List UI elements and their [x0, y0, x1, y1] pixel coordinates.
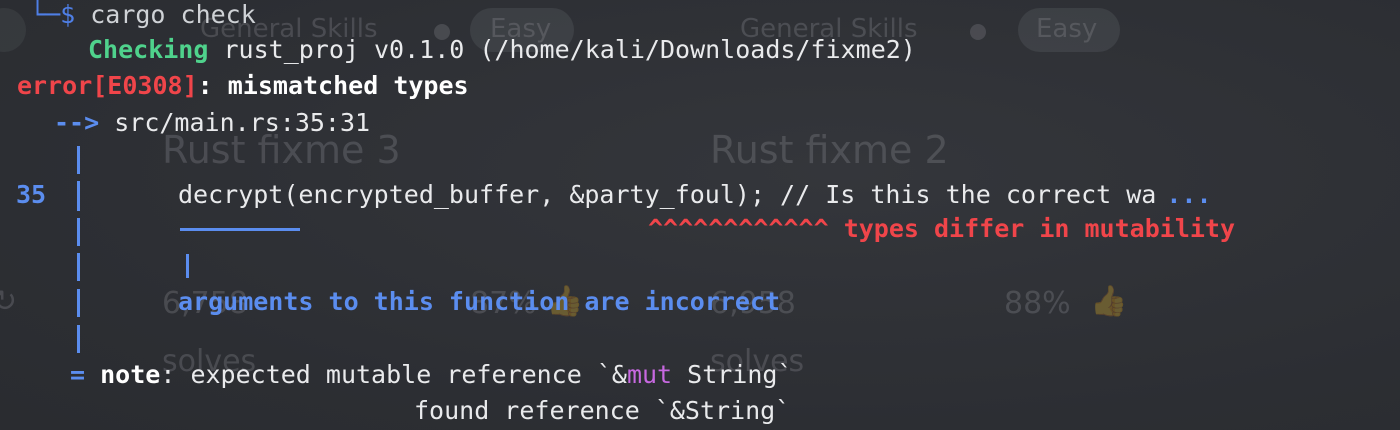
- gutter-bar-3: [77, 218, 80, 246]
- note-text-1: : expected mutable reference `&: [160, 360, 627, 389]
- note-line: = note: expected mutable reference `&mut…: [70, 358, 793, 392]
- gutter-bar-5: [77, 289, 80, 317]
- error-separator: :: [197, 71, 213, 100]
- note-found: found reference `&String`: [414, 396, 791, 425]
- gutter-bar-4: [77, 253, 80, 281]
- command-text: cargo check: [90, 0, 256, 29]
- location-text: src/main.rs:35:31: [114, 108, 371, 137]
- secondary-label: arguments to this function are incorrect: [178, 287, 781, 316]
- secondary-pipe: [186, 254, 189, 278]
- note-found-line: found reference `&String`: [414, 394, 790, 428]
- ghost-avatar-top: [0, 8, 26, 52]
- ghost-thumbs-up-icon-right: 👍: [1090, 284, 1128, 319]
- note-text-2: String`: [672, 360, 793, 389]
- checking-line: Checking rust_proj v0.1.0 (/home/kali/Do…: [88, 33, 916, 67]
- gutter-bar-2: [77, 181, 80, 211]
- secondary-label-line: arguments to this function are incorrect: [178, 285, 780, 319]
- error-line: error[E0308]: mismatched types: [17, 69, 469, 103]
- ghost-refresh-icon: ↻: [0, 284, 18, 319]
- caret-label: types differ in mutability: [843, 214, 1236, 243]
- terminal-window[interactable]: General Skills Easy General Skills Easy …: [0, 0, 1400, 430]
- error-code: error[E0308]: [17, 71, 198, 100]
- code-ellipsis: ...: [1166, 180, 1212, 209]
- caret-markers: ^^^^^^^^^^^^: [648, 214, 829, 243]
- checking-target: rust_proj v0.1.0 (/home/kali/Downloads/f…: [223, 35, 916, 64]
- gutter-bar-6: [77, 325, 80, 353]
- error-message: mismatched types: [227, 71, 469, 100]
- ghost-difficulty-right: Easy: [1036, 14, 1098, 44]
- note-equals: =: [70, 360, 86, 389]
- ghost-title-right: Rust fixme 2: [710, 128, 949, 172]
- prompt-line: └─$ cargo check: [30, 0, 256, 32]
- function-underline: [180, 228, 300, 231]
- checking-label: Checking: [88, 35, 209, 64]
- ghost-dot-right: [970, 24, 986, 40]
- caret-line: ^^^^^^^^^^^^ types differ in mutability: [648, 212, 1235, 246]
- note-mut: mut: [626, 360, 673, 389]
- line-number: 35: [16, 180, 47, 209]
- prompt-branch: └─$: [30, 0, 76, 29]
- code-line: decrypt(encrypted_buffer, &party_foul); …: [178, 180, 1212, 209]
- note-label: note: [100, 360, 161, 389]
- gutter-bar-1: [77, 146, 80, 174]
- location-line: --> src/main.rs:35:31: [54, 106, 370, 140]
- location-arrow-icon: -->: [54, 108, 100, 137]
- ghost-rating-right: 88%: [1004, 286, 1071, 321]
